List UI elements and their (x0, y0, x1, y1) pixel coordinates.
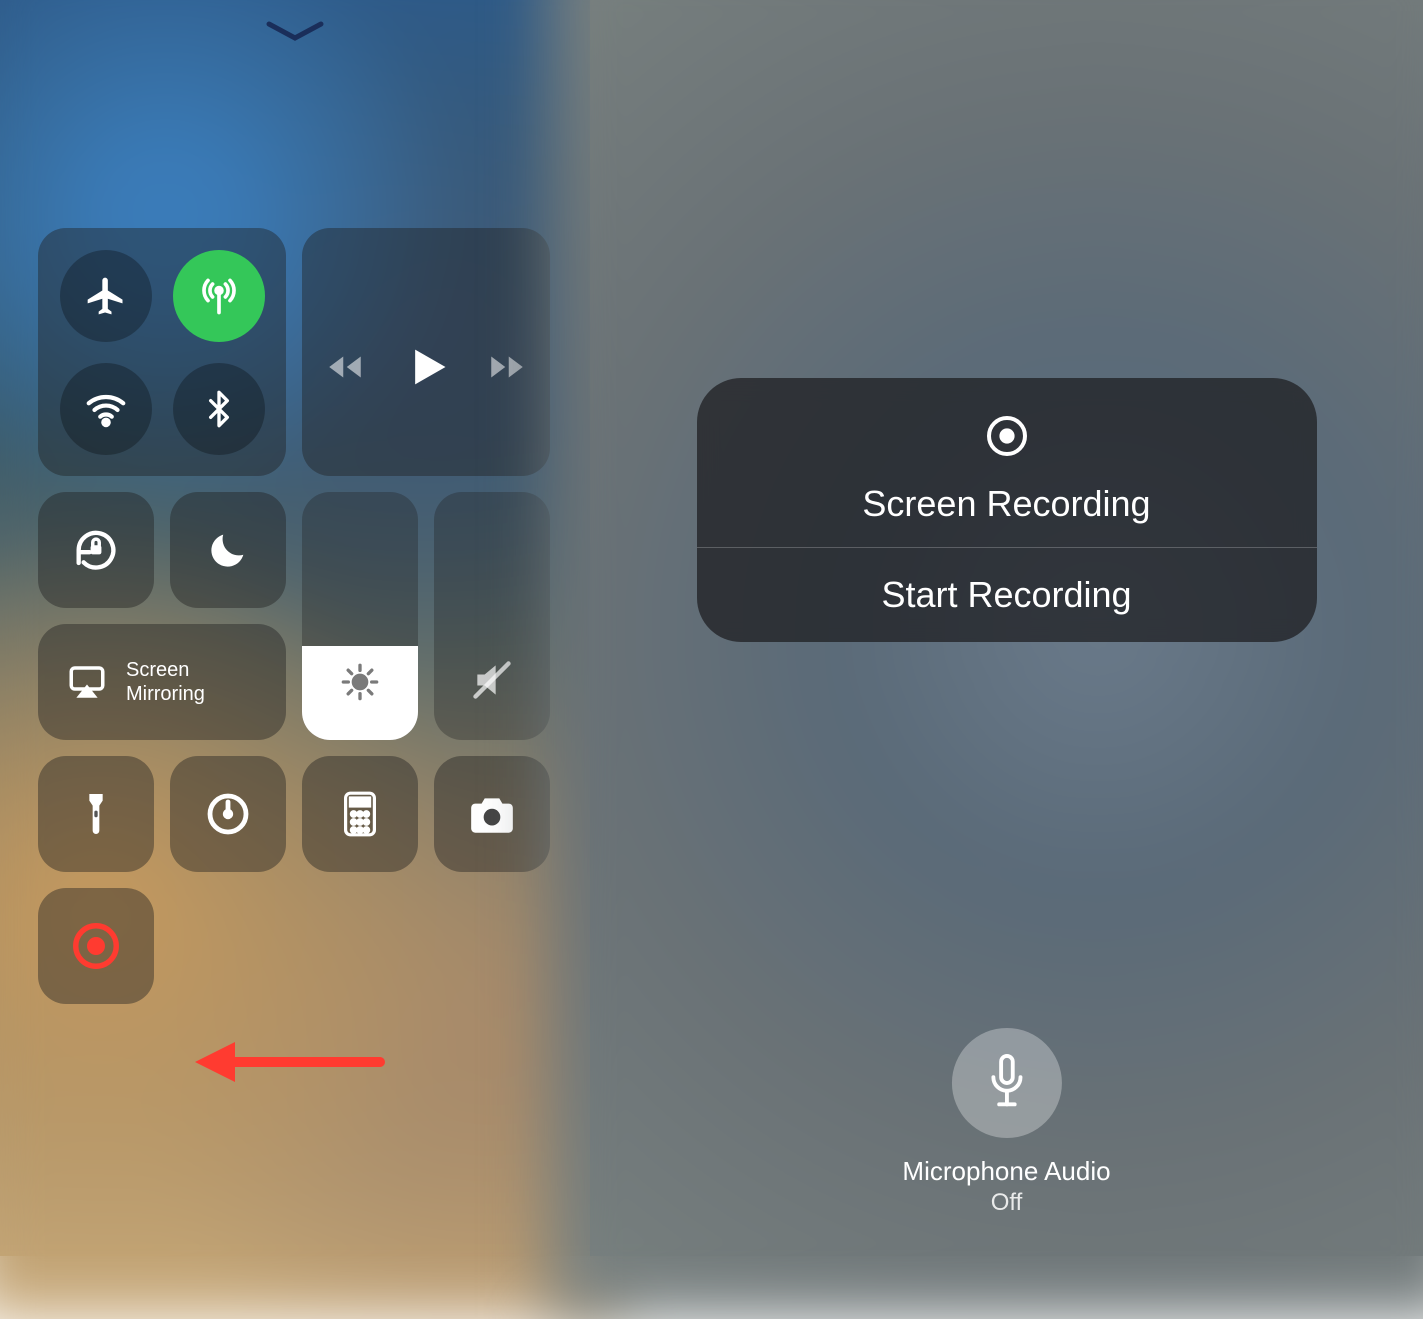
record-icon (983, 412, 1031, 460)
timer-icon (204, 790, 252, 838)
brightness-icon (340, 662, 380, 702)
microphone-label: Microphone Audio (902, 1156, 1110, 1187)
chevron-down-icon[interactable] (263, 18, 327, 46)
annotation-arrow-icon (190, 1032, 390, 1092)
start-recording-button[interactable]: Start Recording (697, 548, 1317, 642)
timer-button[interactable] (170, 756, 286, 872)
screen-recording-title: Screen Recording (717, 483, 1297, 525)
rotation-lock-icon (70, 524, 122, 576)
cellular-antenna-icon (197, 274, 241, 318)
rewind-icon[interactable] (324, 346, 366, 388)
brightness-slider[interactable] (302, 492, 418, 740)
media-tile[interactable] (302, 228, 550, 476)
airplane-mode-button[interactable] (60, 250, 152, 342)
cellular-data-button[interactable] (173, 250, 265, 342)
forward-icon[interactable] (486, 346, 528, 388)
connectivity-tile[interactable] (38, 228, 286, 476)
volume-slider[interactable] (434, 492, 550, 740)
do-not-disturb-button[interactable] (170, 492, 286, 608)
flashlight-icon (76, 790, 116, 838)
play-icon[interactable] (400, 341, 452, 393)
calculator-button[interactable] (302, 756, 418, 872)
screen-recording-header: Screen Recording (697, 378, 1317, 547)
wifi-icon (83, 386, 129, 432)
screen-recording-popup-screenshot: Screen Recording Start Recording Microph… (590, 0, 1423, 1256)
screen-record-button[interactable] (38, 888, 154, 1004)
screen-mirroring-label: Screen Mirroring (126, 658, 205, 706)
microphone-icon (951, 1028, 1061, 1138)
bluetooth-button[interactable] (173, 363, 265, 455)
calculator-icon (340, 790, 380, 838)
record-icon (69, 919, 123, 973)
camera-button[interactable] (434, 756, 550, 872)
flashlight-button[interactable] (38, 756, 154, 872)
screen-mirroring-button[interactable]: Screen Mirroring (38, 624, 286, 740)
moon-icon (205, 527, 251, 573)
microphone-status: Off (902, 1189, 1110, 1217)
control-center-screenshot: Screen Mirroring (0, 0, 590, 1256)
speaker-muted-icon (470, 658, 514, 702)
wifi-button[interactable] (60, 363, 152, 455)
rotation-lock-button[interactable] (38, 492, 154, 608)
airplay-icon (66, 661, 108, 703)
camera-icon (467, 793, 517, 835)
microphone-toggle[interactable]: Microphone Audio Off (902, 1028, 1110, 1217)
bluetooth-icon (199, 389, 239, 429)
airplane-icon (84, 274, 128, 318)
screen-recording-dialog: Screen Recording Start Recording (697, 378, 1317, 642)
